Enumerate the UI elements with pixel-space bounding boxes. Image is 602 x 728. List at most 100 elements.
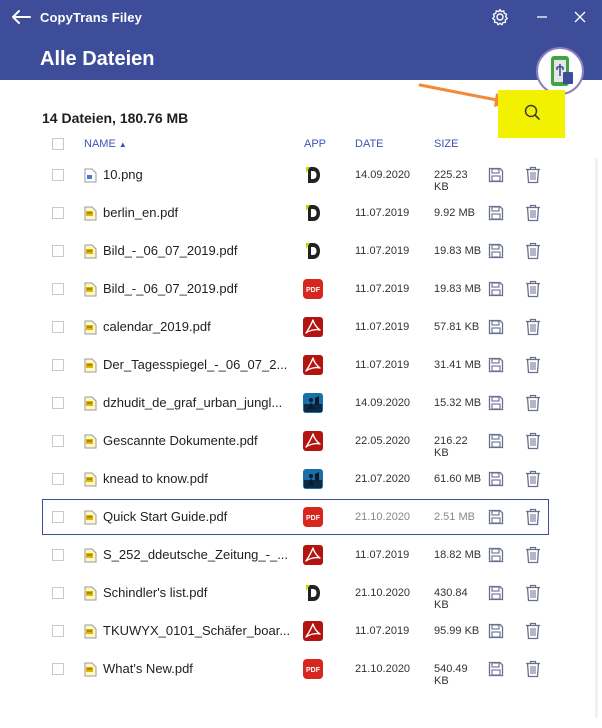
file-size: 95.99 KB xyxy=(434,625,480,637)
save-to-pc-icon[interactable] xyxy=(488,471,504,487)
delete-trash-icon[interactable] xyxy=(525,394,541,412)
row-checkbox[interactable] xyxy=(52,169,64,181)
file-name[interactable]: 10.png xyxy=(103,167,143,182)
pdf-file-icon xyxy=(84,510,97,525)
file-date: 21.07.2020 xyxy=(355,473,411,485)
save-to-pc-icon[interactable] xyxy=(488,205,504,221)
row-checkbox[interactable] xyxy=(52,625,64,637)
column-date[interactable]: DATE xyxy=(355,138,384,150)
file-name[interactable]: Quick Start Guide.pdf xyxy=(103,509,227,524)
delete-trash-icon[interactable] xyxy=(525,584,541,602)
file-size: 61.60 MB xyxy=(434,473,482,485)
delete-trash-icon[interactable] xyxy=(525,242,541,260)
row-checkbox[interactable] xyxy=(52,473,64,485)
file-row[interactable]: dzhudit_de_graf_urban_jungl... 14.09.2020… xyxy=(0,385,602,423)
scrollbar[interactable] xyxy=(595,158,598,718)
close-icon[interactable] xyxy=(568,6,592,28)
save-to-pc-icon[interactable] xyxy=(488,281,504,297)
minimize-icon[interactable] xyxy=(530,6,554,28)
delete-trash-icon[interactable] xyxy=(525,660,541,678)
delete-trash-icon[interactable] xyxy=(525,204,541,222)
save-to-pc-icon[interactable] xyxy=(488,167,504,183)
file-name[interactable]: dzhudit_de_graf_urban_jungl... xyxy=(103,395,282,410)
file-size: 19.83 MB xyxy=(434,245,482,257)
file-name[interactable]: Bild_-_06_07_2019.pdf xyxy=(103,281,237,296)
file-date: 14.09.2020 xyxy=(355,169,411,181)
file-name[interactable]: What's New.pdf xyxy=(103,661,193,676)
file-name[interactable]: S_252_ddeutsche_Zeitung_-_... xyxy=(103,547,288,562)
save-to-pc-icon[interactable] xyxy=(488,433,504,449)
kindle-app-icon xyxy=(302,392,324,414)
file-size: 9.92 MB xyxy=(434,207,475,219)
files-summary: 14 Dateien, 180.76 MB xyxy=(42,110,189,126)
column-name[interactable]: NAME ▲ xyxy=(84,138,127,150)
file-row[interactable]: TKUWYX_0101_Schäfer_boar... 11.07.2019 95.… xyxy=(0,613,602,651)
file-size: 2.51 MB xyxy=(434,511,475,523)
delete-trash-icon[interactable] xyxy=(525,470,541,488)
file-row[interactable]: S_252_ddeutsche_Zeitung_-_... 11.07.2019 1… xyxy=(0,537,602,575)
file-row[interactable]: 10.png 14.09.2020 225.23 KB xyxy=(0,157,602,195)
delete-trash-icon[interactable] xyxy=(525,166,541,184)
file-name[interactable]: Schindler's list.pdf xyxy=(103,585,207,600)
file-size: 19.83 MB xyxy=(434,283,482,295)
save-to-pc-icon[interactable] xyxy=(488,395,504,411)
save-to-pc-icon[interactable] xyxy=(488,585,504,601)
row-checkbox[interactable] xyxy=(52,359,64,371)
pdf-file-icon xyxy=(84,396,97,411)
file-row[interactable]: Gescannte Dokumente.pdf 22.05.2020 216.22 … xyxy=(0,423,602,461)
row-checkbox[interactable] xyxy=(52,549,64,561)
file-row[interactable]: berlin_en.pdf 11.07.2019 9.92 MB xyxy=(0,195,602,233)
delete-trash-icon[interactable] xyxy=(525,280,541,298)
delete-trash-icon[interactable] xyxy=(525,508,541,526)
save-to-pc-icon[interactable] xyxy=(488,547,504,563)
row-checkbox[interactable] xyxy=(52,321,64,333)
file-date: 21.10.2020 xyxy=(355,587,411,599)
row-checkbox[interactable] xyxy=(52,245,64,257)
file-name[interactable]: Der_Tagesspiegel_-_06_07_2... xyxy=(103,357,287,372)
settings-gear-icon[interactable] xyxy=(488,6,512,28)
save-to-pc-icon[interactable] xyxy=(488,357,504,373)
file-row[interactable]: Quick Start Guide.pdf PDF 21.10.2020 2.51 M… xyxy=(0,499,602,537)
file-name[interactable]: TKUWYX_0101_Schäfer_boar... xyxy=(103,623,290,638)
delete-trash-icon[interactable] xyxy=(525,546,541,564)
device-phone-icon[interactable] xyxy=(536,47,584,95)
file-name[interactable]: berlin_en.pdf xyxy=(103,205,178,220)
file-row[interactable]: What's New.pdf PDF 21.10.2020 540.49 KB xyxy=(0,651,602,689)
file-row[interactable]: Bild_-_06_07_2019.pdf 11.07.2019 19.83 MB xyxy=(0,233,602,271)
select-all-checkbox[interactable] xyxy=(52,138,64,150)
file-date: 11.07.2019 xyxy=(355,283,410,295)
back-arrow-icon[interactable] xyxy=(10,7,32,27)
file-name[interactable]: Bild_-_06_07_2019.pdf xyxy=(103,243,237,258)
save-to-pc-icon[interactable] xyxy=(488,661,504,677)
file-row[interactable]: Schindler's list.pdf 21.10.2020 430.84 KB xyxy=(0,575,602,613)
row-checkbox[interactable] xyxy=(52,587,64,599)
search-button[interactable] xyxy=(498,90,565,138)
file-row[interactable]: Der_Tagesspiegel_-_06_07_2... 11.07.2019 3… xyxy=(0,347,602,385)
row-checkbox[interactable] xyxy=(52,397,64,409)
save-to-pc-icon[interactable] xyxy=(488,243,504,259)
file-name[interactable]: Gescannte Dokumente.pdf xyxy=(103,433,258,448)
delete-trash-icon[interactable] xyxy=(525,356,541,374)
file-name[interactable]: knead to know.pdf xyxy=(103,471,208,486)
search-icon xyxy=(523,103,541,126)
delete-trash-icon[interactable] xyxy=(525,432,541,450)
pdf-file-icon xyxy=(84,586,97,601)
acrobat-app-icon xyxy=(302,316,324,338)
delete-trash-icon[interactable] xyxy=(525,318,541,336)
pdf-file-icon xyxy=(84,662,97,677)
row-checkbox[interactable] xyxy=(52,511,64,523)
row-checkbox[interactable] xyxy=(52,435,64,447)
file-row[interactable]: knead to know.pdf 21.07.2020 61.60 MB xyxy=(0,461,602,499)
column-size[interactable]: SIZE xyxy=(434,138,458,150)
file-row[interactable]: calendar_2019.pdf 11.07.2019 57.81 KB xyxy=(0,309,602,347)
save-to-pc-icon[interactable] xyxy=(488,623,504,639)
column-app[interactable]: APP xyxy=(304,138,326,150)
file-name[interactable]: calendar_2019.pdf xyxy=(103,319,211,334)
row-checkbox[interactable] xyxy=(52,207,64,219)
row-checkbox[interactable] xyxy=(52,283,64,295)
save-to-pc-icon[interactable] xyxy=(488,319,504,335)
delete-trash-icon[interactable] xyxy=(525,622,541,640)
save-to-pc-icon[interactable] xyxy=(488,509,504,525)
file-row[interactable]: Bild_-_06_07_2019.pdf PDF 11.07.2019 19.83 … xyxy=(0,271,602,309)
row-checkbox[interactable] xyxy=(52,663,64,675)
